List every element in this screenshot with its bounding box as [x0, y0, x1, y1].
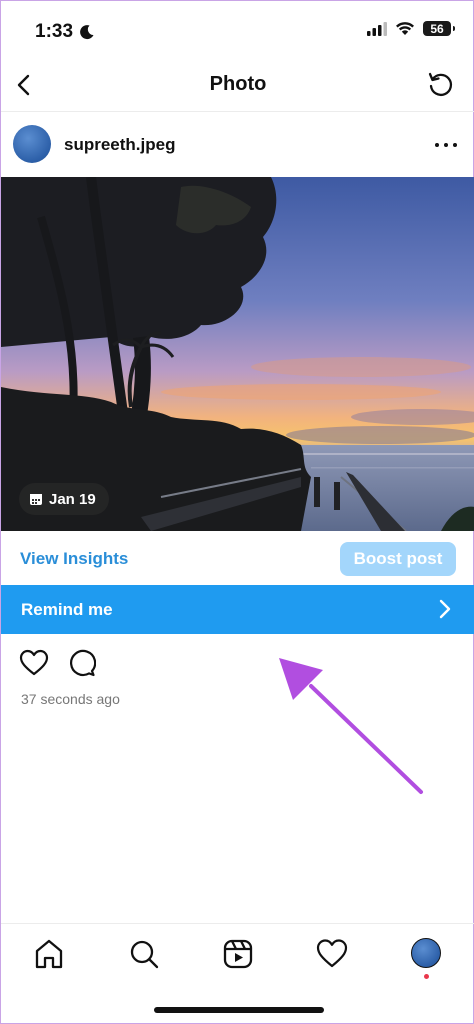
battery-icon: 56 — [423, 21, 455, 36]
comment-icon[interactable] — [68, 649, 96, 677]
calendar-icon — [30, 494, 42, 505]
signal-icon — [367, 21, 387, 36]
post-header: supreeth.jpeg — [1, 113, 474, 175]
date-badge-text: Jan 19 — [49, 490, 96, 508]
chevron-right-icon — [439, 599, 451, 619]
annotation-arrow-icon — [279, 658, 423, 794]
wifi-icon — [396, 22, 414, 35]
status-time: 1:33 — [35, 21, 95, 43]
post-photo[interactable]: Jan 19 — [1, 177, 474, 531]
date-badge: Jan 19 — [19, 483, 109, 515]
avatar[interactable] — [13, 125, 51, 163]
username[interactable]: supreeth.jpeg — [64, 135, 175, 155]
reels-icon[interactable] — [222, 938, 254, 970]
bottom-tab-bar — [1, 923, 474, 994]
view-insights-link[interactable]: View Insights — [20, 549, 128, 569]
remind-me-bar[interactable]: Remind me — [1, 585, 474, 634]
insights-row: View Insights Boost post — [1, 533, 474, 585]
status-indicators: 56 — [367, 21, 455, 36]
page-title: Photo — [209, 73, 267, 95]
notification-dot — [424, 974, 429, 979]
sunset-photo — [1, 177, 474, 531]
top-navigation-bar: Photo — [1, 59, 474, 112]
heart-nav-icon[interactable] — [316, 938, 348, 970]
post-timestamp: 37 seconds ago — [21, 691, 120, 707]
home-icon[interactable] — [33, 938, 65, 970]
refresh-icon[interactable] — [425, 69, 455, 99]
status-time-text: 1:33 — [35, 21, 74, 42]
boost-post-button[interactable]: Boost post — [340, 542, 456, 576]
home-indicator — [154, 1007, 324, 1013]
battery-level: 56 — [430, 21, 444, 36]
profile-avatar[interactable] — [411, 938, 441, 968]
remind-me-label: Remind me — [21, 600, 113, 619]
heart-icon[interactable] — [19, 649, 49, 677]
moon-icon — [80, 25, 94, 40]
search-icon[interactable] — [128, 938, 160, 970]
more-options-icon[interactable] — [435, 135, 457, 155]
